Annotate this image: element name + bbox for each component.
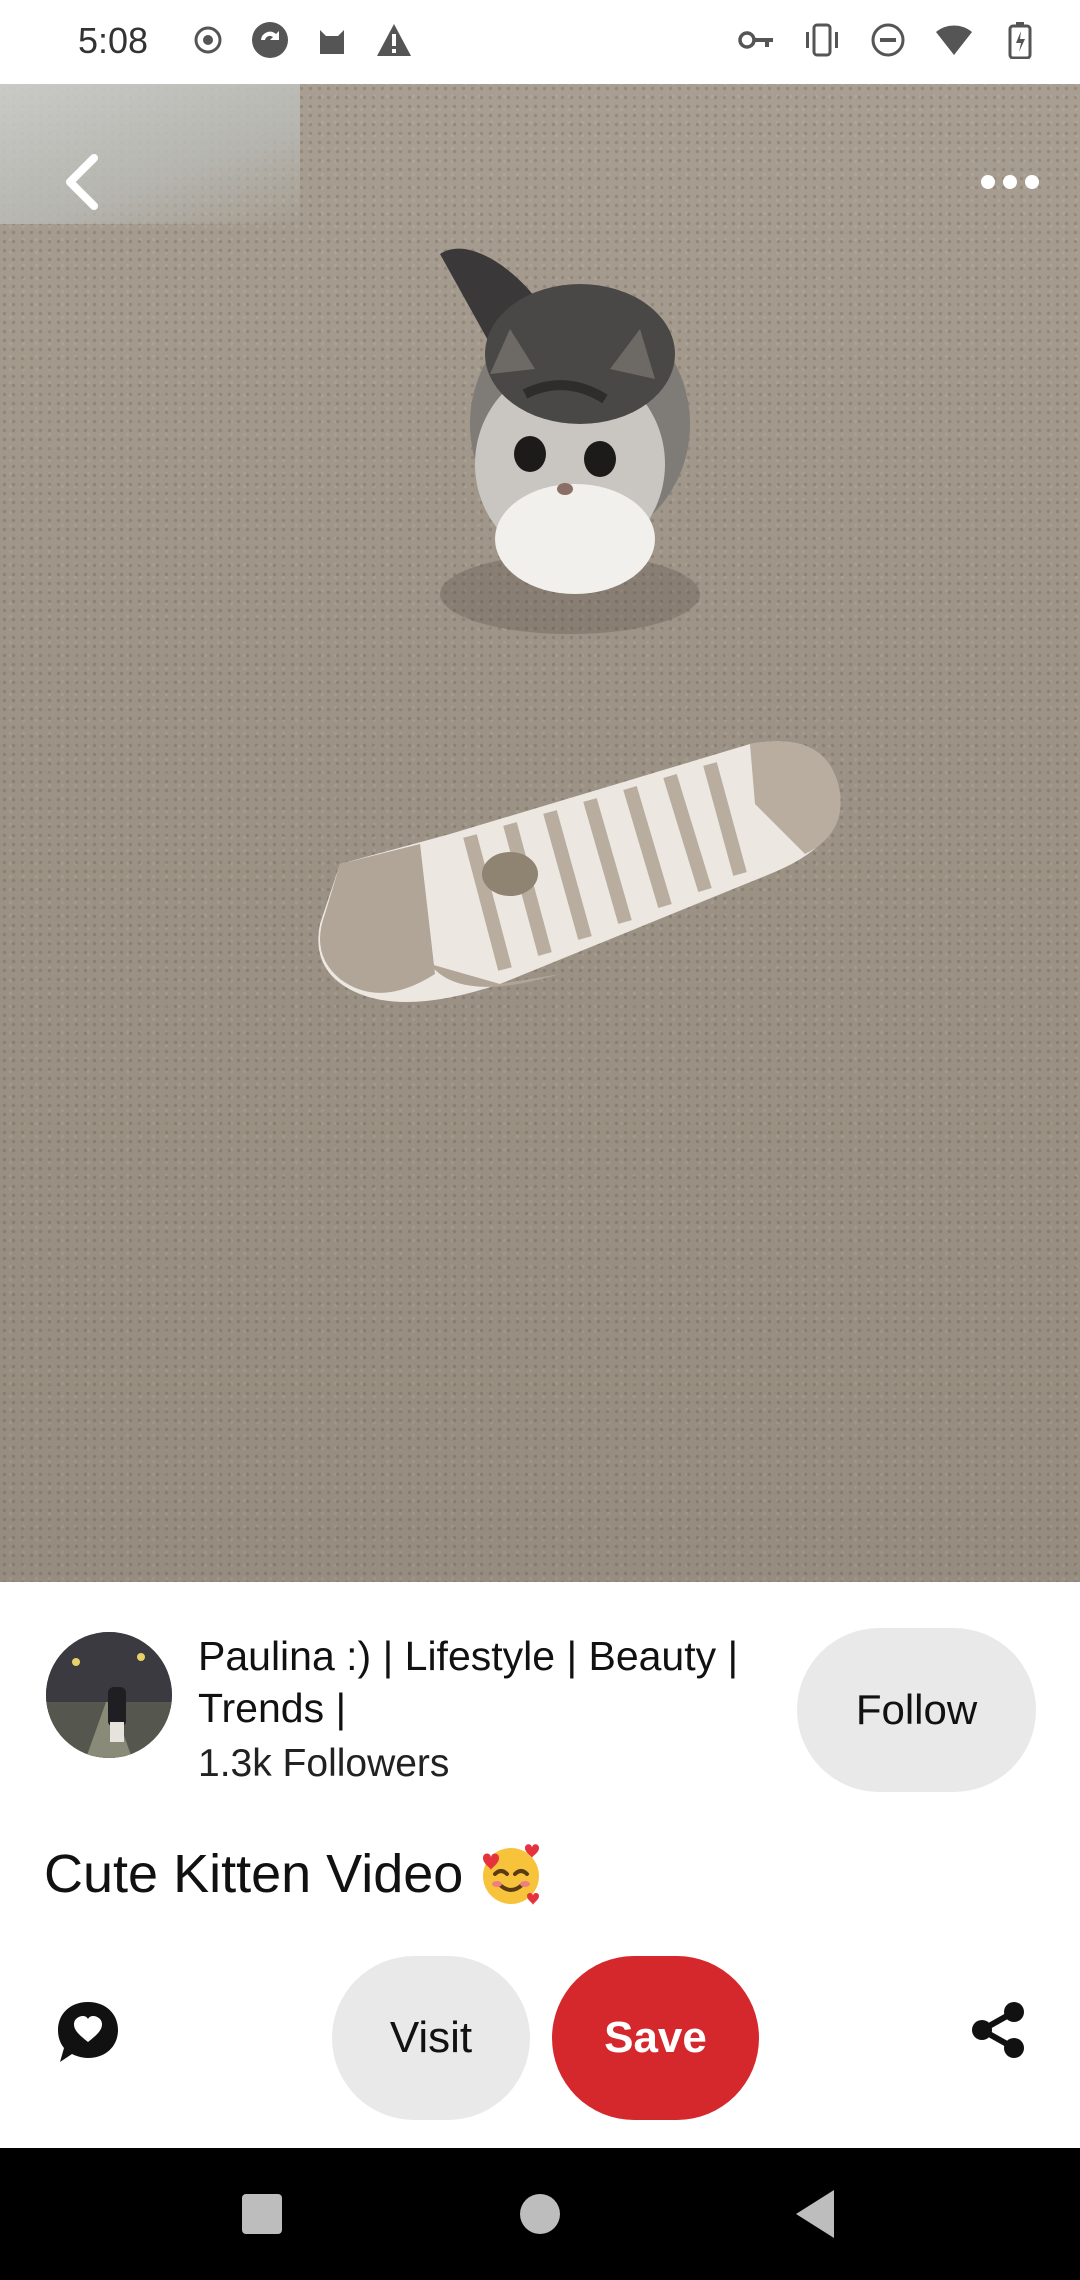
- creator-followers: 1.3k Followers: [198, 1742, 450, 1785]
- status-bar: 5:08: [0, 0, 1080, 84]
- cat-app-icon: [312, 20, 352, 60]
- sync-icon: [250, 20, 290, 60]
- avatar[interactable]: [46, 1632, 172, 1758]
- share-icon[interactable]: [968, 2000, 1028, 2060]
- kitten-image: [440, 248, 700, 634]
- avatar-image: [46, 1632, 172, 1758]
- save-button[interactable]: Save: [552, 1956, 759, 2120]
- pin-video[interactable]: [0, 84, 1080, 1582]
- more-options-button[interactable]: [970, 154, 1050, 210]
- sock-image: [318, 741, 841, 1002]
- recents-icon[interactable]: [242, 2194, 282, 2234]
- pin-title: Cute Kitten Video 🥰: [44, 1840, 545, 1908]
- key-icon: [736, 20, 776, 60]
- creator-name[interactable]: Paulina :) | Lifestyle | Beauty | Trends…: [198, 1630, 798, 1734]
- battery-icon: [1000, 20, 1040, 60]
- wifi-icon: [934, 20, 974, 60]
- follow-button[interactable]: Follow: [797, 1628, 1036, 1792]
- vibrate-icon: [802, 20, 842, 60]
- record-icon: [188, 20, 228, 60]
- status-time: 5:08: [78, 20, 149, 61]
- home-icon[interactable]: [520, 2194, 560, 2234]
- action-bar: Visit Save: [0, 1950, 1080, 2120]
- comment-icon[interactable]: [54, 1998, 122, 2066]
- back-icon: [66, 154, 98, 210]
- floor-corner: [0, 84, 300, 224]
- creator-row: Paulina :) | Lifestyle | Beauty | Trends…: [0, 1582, 1080, 1812]
- nav-back-icon[interactable]: [796, 2190, 834, 2238]
- smiling-face-with-hearts-icon: [483, 1844, 540, 1905]
- dnd-icon: [868, 20, 908, 60]
- pin-title-text: Cute Kitten Video: [44, 1844, 464, 1904]
- status-left-icons: [188, 20, 414, 60]
- status-right-icons: [736, 20, 1040, 60]
- back-button[interactable]: [50, 144, 114, 220]
- system-nav-bar: [0, 2148, 1080, 2280]
- warning-icon: [374, 20, 414, 60]
- visit-button[interactable]: Visit: [332, 1956, 530, 2120]
- more-icon: [981, 175, 1039, 189]
